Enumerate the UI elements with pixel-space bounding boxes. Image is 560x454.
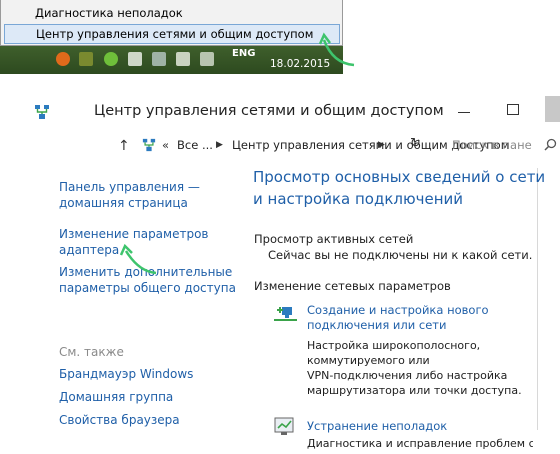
keyboard-tray-icon[interactable] xyxy=(200,52,214,66)
check-tray-icon[interactable] xyxy=(104,52,118,66)
search-input[interactable]: Поиск в пане xyxy=(452,138,532,152)
link-line: параметры общего доступа xyxy=(59,281,236,295)
minimize-button[interactable] xyxy=(458,112,470,113)
arrow-annotation-icon xyxy=(318,32,355,67)
desc-line: Настройка широкополосного, xyxy=(307,339,481,352)
new-connection-icon xyxy=(274,307,297,321)
flag-tray-icon[interactable] xyxy=(128,52,142,66)
chevron-right-icon[interactable]: ▶ xyxy=(378,140,385,150)
antivirus-tray-icon[interactable] xyxy=(56,52,70,66)
task-troubleshoot-desc: Диагностика и исправление проблем с xyxy=(307,436,533,451)
arrow-annotation-icon xyxy=(119,243,157,275)
link-line: Изменение параметров xyxy=(59,227,209,241)
troubleshoot-icon xyxy=(274,417,294,435)
title-line: Просмотр основных сведений о сети xyxy=(253,168,546,186)
title-line: и настройка подключений xyxy=(253,190,463,208)
see-also-homegroup[interactable]: Домашняя группа xyxy=(59,389,173,405)
up-arrow-icon[interactable]: ↑ xyxy=(118,138,130,154)
link-line: Устранение неполадок xyxy=(307,419,448,433)
menu-item-troubleshoot[interactable]: Диагностика неполадок xyxy=(35,6,183,20)
close-button[interactable] xyxy=(545,96,560,122)
link-line: Создание и настройка нового xyxy=(307,303,489,317)
language-indicator[interactable]: ENG xyxy=(232,48,255,59)
breadcrumb-overflow[interactable]: « xyxy=(162,138,169,152)
active-networks-value: Сейчас вы не подключены ни к какой сети. xyxy=(268,248,533,262)
network-tray-icon[interactable] xyxy=(152,52,166,66)
taskbar: ENG 18.02.2015 xyxy=(0,46,343,74)
desc-line: Диагностика и исправление проблем с xyxy=(307,437,533,450)
breadcrumb-all[interactable]: Все ... xyxy=(177,138,213,152)
link-line: домашняя страница xyxy=(59,196,188,210)
task-troubleshoot-link[interactable]: Устранение неполадок xyxy=(307,419,447,434)
see-also-label: См. также xyxy=(59,345,124,359)
desc-line: коммутируемого или xyxy=(307,354,430,367)
tray-context-menu: Диагностика неполадок Центр управления с… xyxy=(0,0,343,46)
left-link-control-panel[interactable]: Панель управления — домашняя страница xyxy=(59,179,200,211)
volume-tray-icon[interactable] xyxy=(176,52,190,66)
chevron-right-icon[interactable]: ▶ xyxy=(216,140,223,150)
task-new-connection-desc: Настройка широкополосного, коммутируемог… xyxy=(307,338,522,398)
task-new-connection-link[interactable]: Создание и настройка нового подключения … xyxy=(307,303,489,333)
menu-item-network-center[interactable]: Центр управления сетями и общим доступом xyxy=(4,24,340,44)
desc-line: маршрутизатора или точки доступа. xyxy=(307,384,522,397)
network-center-icon xyxy=(142,138,156,152)
app-tray-icon[interactable] xyxy=(79,52,93,66)
refresh-icon[interactable]: ↻ xyxy=(410,136,421,151)
window-title: Центр управления сетями и общим доступом xyxy=(94,103,444,119)
see-also-browser-props[interactable]: Свойства браузера xyxy=(59,412,180,428)
page-title: Просмотр основных сведений о сети и наст… xyxy=(253,166,545,210)
desc-line: VPN-подключения либо настройка xyxy=(307,369,508,382)
link-line: подключения или сети xyxy=(307,318,447,332)
see-also-firewall[interactable]: Брандмауэр Windows xyxy=(59,366,193,382)
maximize-button[interactable] xyxy=(507,104,519,115)
active-networks-label: Просмотр активных сетей xyxy=(254,232,414,246)
change-settings-label: Изменение сетевых параметров xyxy=(254,279,451,293)
tray-area: Диагностика неполадок Центр управления с… xyxy=(0,0,560,74)
link-line: Панель управления — xyxy=(59,180,200,194)
search-icon[interactable] xyxy=(544,138,557,151)
network-center-icon xyxy=(35,105,49,119)
